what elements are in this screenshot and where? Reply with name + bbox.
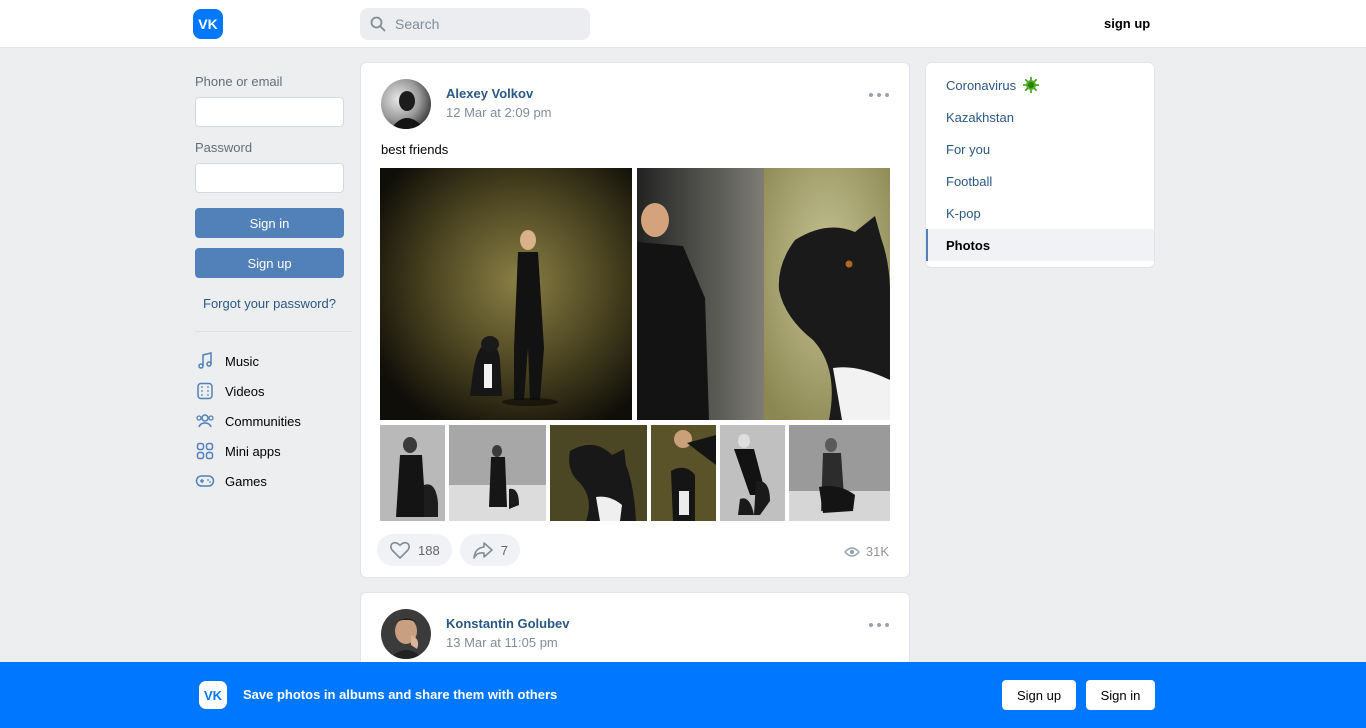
mini-apps-icon xyxy=(195,441,215,461)
post-photo[interactable] xyxy=(550,425,647,521)
sign-up-button[interactable]: Sign up xyxy=(195,248,344,278)
nav-item-label: Games xyxy=(225,473,267,489)
post-photo[interactable] xyxy=(380,425,445,521)
nav-item-label: Mini apps xyxy=(225,443,281,459)
banner-sign-in-button[interactable]: Sign in xyxy=(1086,680,1155,710)
signup-banner: VK Save photos in albums and share them … xyxy=(0,662,1366,728)
post-photo[interactable] xyxy=(637,168,890,420)
nav-item-label: Music xyxy=(225,353,259,369)
games-icon xyxy=(195,471,215,491)
login-panel: Phone or email Password Sign in Sign up … xyxy=(195,62,352,496)
search-input[interactable]: Search xyxy=(360,8,590,40)
vk-logo: VK xyxy=(199,681,227,709)
post-text: best friends xyxy=(381,142,449,157)
topic-k-pop[interactable]: K-pop xyxy=(926,197,1154,229)
post-author[interactable]: Alexey Volkov xyxy=(446,86,533,101)
more-options-icon[interactable] xyxy=(869,89,889,101)
password-field[interactable] xyxy=(195,163,344,193)
search-placeholder: Search xyxy=(395,16,440,32)
music-icon xyxy=(195,351,215,371)
post-photo[interactable] xyxy=(789,425,890,521)
avatar[interactable] xyxy=(381,79,431,129)
post-photo[interactable] xyxy=(449,425,546,521)
share-count: 7 xyxy=(500,542,508,558)
topic-label: K-pop xyxy=(946,205,981,221)
like-button[interactable]: 188 xyxy=(377,534,452,566)
communities-icon xyxy=(195,411,215,431)
nav-item-label: Videos xyxy=(225,383,265,399)
post-date[interactable]: 12 Mar at 2:09 pm xyxy=(446,105,552,120)
like-count: 188 xyxy=(418,542,440,558)
password-label: Password xyxy=(195,140,253,155)
search-icon xyxy=(370,16,386,32)
nav-item-label: Communities xyxy=(225,413,301,429)
forgot-password-link[interactable]: Forgot your password? xyxy=(195,296,344,311)
post-author[interactable]: Konstantin Golubev xyxy=(446,616,570,631)
topic-label: For you xyxy=(946,141,991,157)
topic-label: Photos xyxy=(946,237,991,253)
top-header: VK Search sign up xyxy=(0,0,1366,48)
post-photo[interactable] xyxy=(720,425,785,521)
views-count: 31K xyxy=(865,544,889,559)
phone-label: Phone or email xyxy=(195,74,283,89)
nav-item-games[interactable]: Games xyxy=(195,466,352,496)
divider xyxy=(195,331,352,332)
post-photo[interactable] xyxy=(651,425,716,521)
topic-label: Kazakhstan xyxy=(946,109,1014,125)
sign-in-button[interactable]: Sign in xyxy=(195,208,344,238)
banner-text: Save photos in albums and share them wit… xyxy=(243,687,558,702)
post-date[interactable]: 13 Mar at 11:05 pm xyxy=(446,635,558,650)
share-button[interactable]: 7 xyxy=(459,534,520,566)
avatar[interactable] xyxy=(381,609,431,659)
banner-sign-up-button[interactable]: Sign up xyxy=(1002,680,1076,710)
nav-item-videos[interactable]: Videos xyxy=(195,376,352,406)
topic-for-you[interactable]: For you xyxy=(926,133,1154,165)
heart-icon xyxy=(389,540,411,560)
post-actions: 188 7 xyxy=(377,534,520,566)
nav-item-music[interactable]: Music xyxy=(195,346,352,376)
phone-field[interactable] xyxy=(195,97,344,127)
nav-item-mini-apps[interactable]: Mini apps xyxy=(195,436,352,466)
topic-kazakhstan[interactable]: Kazakhstan xyxy=(926,101,1154,133)
eye-icon xyxy=(843,546,860,558)
post-card: Alexey Volkov 12 Mar at 2:09 pm best fri… xyxy=(360,62,910,578)
topic-football[interactable]: Football xyxy=(926,165,1154,197)
virus-icon xyxy=(1022,76,1040,94)
vk-logo[interactable]: VK xyxy=(193,9,223,39)
share-icon xyxy=(472,540,494,560)
topic-label: Football xyxy=(946,173,993,189)
views-counter: 31K xyxy=(843,544,889,559)
topic-label: Coronavirus xyxy=(946,77,1017,93)
post-photo[interactable] xyxy=(380,168,632,420)
videos-icon xyxy=(195,381,215,401)
nav-item-communities[interactable]: Communities xyxy=(195,406,352,436)
topics-panel: Coronavirus Kazakhstan For you Football … xyxy=(925,62,1155,268)
topic-coronavirus[interactable]: Coronavirus xyxy=(926,69,1154,101)
topic-photos[interactable]: Photos xyxy=(926,229,1154,261)
sign-up-link[interactable]: sign up xyxy=(1104,16,1150,31)
more-options-icon[interactable] xyxy=(869,619,889,631)
